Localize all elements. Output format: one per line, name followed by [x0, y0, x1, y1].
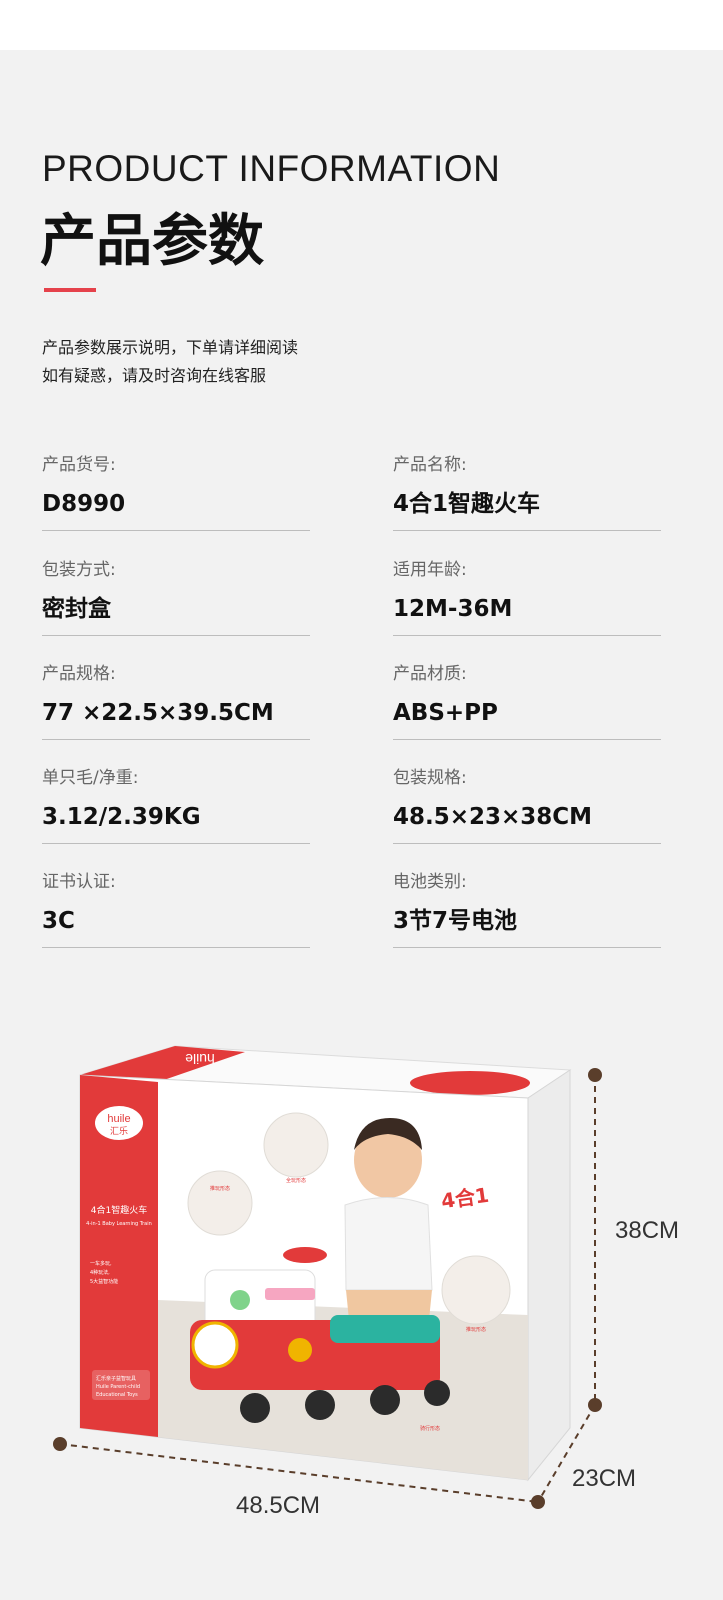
- train-piano-keys: [265, 1288, 315, 1300]
- box-side-tag-line-2: Huile Parent-child: [96, 1384, 140, 1390]
- spec-item-material: 产品材质: ABS+PP: [393, 661, 661, 740]
- spec-label: 包装规格:: [393, 768, 467, 788]
- child-shirt: [344, 1197, 433, 1291]
- spec-item-package-size: 包装规格: 48.5×23×38CM: [393, 765, 661, 844]
- spec-divider: [42, 530, 310, 531]
- spec-divider: [393, 739, 661, 740]
- spec-item-age: 适用年龄: 12M-36M: [393, 557, 661, 636]
- spec-label: 产品货号:: [42, 455, 116, 475]
- spec-divider: [393, 843, 661, 844]
- spec-value: 3.12/2.39KG: [42, 804, 201, 830]
- page-title-en: PRODUCT INFORMATION: [42, 148, 501, 189]
- top-white-strip: [0, 0, 723, 50]
- spec-label: 产品名称:: [393, 455, 467, 475]
- spec-label: 包装方式:: [42, 560, 116, 580]
- box-feature-line-1: 一车多玩,: [90, 1260, 112, 1267]
- spec-divider: [42, 843, 310, 844]
- train-light: [230, 1290, 250, 1310]
- accent-divider: [44, 288, 96, 292]
- spec-value: D8990: [42, 491, 126, 517]
- spec-label: 适用年龄:: [393, 560, 467, 580]
- spec-value: ABS+PP: [393, 700, 498, 726]
- dim-label-height: 38CM: [615, 1217, 680, 1244]
- spec-item-size: 产品规格: 77 ×22.5×39.5CM: [42, 661, 310, 740]
- spec-item-certification: 证书认证: 3C: [42, 869, 310, 948]
- spec-value: 3C: [42, 908, 75, 934]
- mode-circle-2: [187, 1170, 253, 1236]
- brand-logo-cn: 汇乐: [110, 1125, 128, 1137]
- train-seat-handle: [330, 1315, 440, 1343]
- dim-dot-width-start: [53, 1437, 67, 1451]
- spec-value: 48.5×23×38CM: [393, 804, 593, 830]
- train-wheel-2: [305, 1390, 335, 1420]
- spec-item-product-code: 产品货号: D8990: [42, 452, 310, 531]
- spec-item-product-name: 产品名称: 4合1智趣火车: [393, 452, 661, 531]
- box-product-name-cn: 4合1智趣火车: [91, 1204, 147, 1216]
- box-feature-line-2: 4种玩法,: [90, 1269, 110, 1276]
- page-title-cn: 产品参数: [40, 209, 264, 274]
- spec-label: 电池类别:: [393, 872, 467, 892]
- box-side-face: [527, 1069, 571, 1482]
- train-front-clock: [191, 1321, 239, 1369]
- spec-divider: [393, 635, 661, 636]
- spec-value: 77 ×22.5×39.5CM: [42, 700, 274, 726]
- spec-value: 4合1智趣火车: [393, 491, 541, 517]
- mode-label-2: 推玩形态: [210, 1185, 230, 1192]
- mode-circle-3: [441, 1255, 511, 1325]
- box-product-name-en: 4-in-1 Baby Learning Train: [86, 1221, 152, 1227]
- mode-circle-1: [263, 1112, 329, 1178]
- spec-divider: [42, 947, 310, 948]
- spec-divider: [42, 739, 310, 740]
- dim-label-width: 48.5CM: [236, 1492, 321, 1519]
- spec-value: 12M-36M: [393, 596, 513, 622]
- spec-label: 证书认证:: [42, 872, 116, 892]
- box-side-tag-line-3: Educational Toys: [96, 1392, 138, 1398]
- note-line-2: 如有疑惑，请及时咨询在线客服: [42, 366, 267, 385]
- mode-label-3: 推玩形态: [466, 1326, 486, 1333]
- brand-logo-en: huile: [107, 1113, 130, 1125]
- spec-value: 3节7号电池: [393, 908, 518, 934]
- dim-label-depth: 23CM: [572, 1465, 637, 1492]
- train-wheel-4: [424, 1380, 450, 1406]
- train-gear: [288, 1338, 312, 1362]
- box-feature-line-3: 5大益智功能: [90, 1278, 118, 1285]
- spec-item-packaging: 包装方式: 密封盒: [42, 557, 310, 636]
- spec-item-weight: 单只毛/净重: 3.12/2.39KG: [42, 765, 310, 844]
- spec-item-battery: 电池类别: 3节7号电池: [393, 869, 661, 948]
- spec-divider: [393, 530, 661, 531]
- spec-value: 密封盒: [42, 596, 111, 622]
- mode-label-4: 骑行形态: [420, 1425, 440, 1432]
- box-side-tag-line-1: 汇乐亲子益智玩具: [96, 1375, 136, 1382]
- train-wheel-1: [240, 1393, 270, 1423]
- dim-dot-height-top: [588, 1068, 602, 1082]
- spec-divider: [42, 635, 310, 636]
- top-brand-text: huile: [185, 1051, 215, 1067]
- note-line-1: 产品参数展示说明，下单请详细阅读: [42, 338, 299, 357]
- box-top-handle: [410, 1071, 530, 1095]
- mode-label-1: 全玩形态: [286, 1177, 306, 1184]
- spec-divider: [393, 947, 661, 948]
- train-wheel-3: [370, 1385, 400, 1415]
- spec-label: 单只毛/净重:: [42, 768, 139, 788]
- spec-label: 产品材质:: [393, 664, 467, 684]
- spec-label: 产品规格:: [42, 664, 116, 684]
- train-steering-wheel: [283, 1247, 327, 1263]
